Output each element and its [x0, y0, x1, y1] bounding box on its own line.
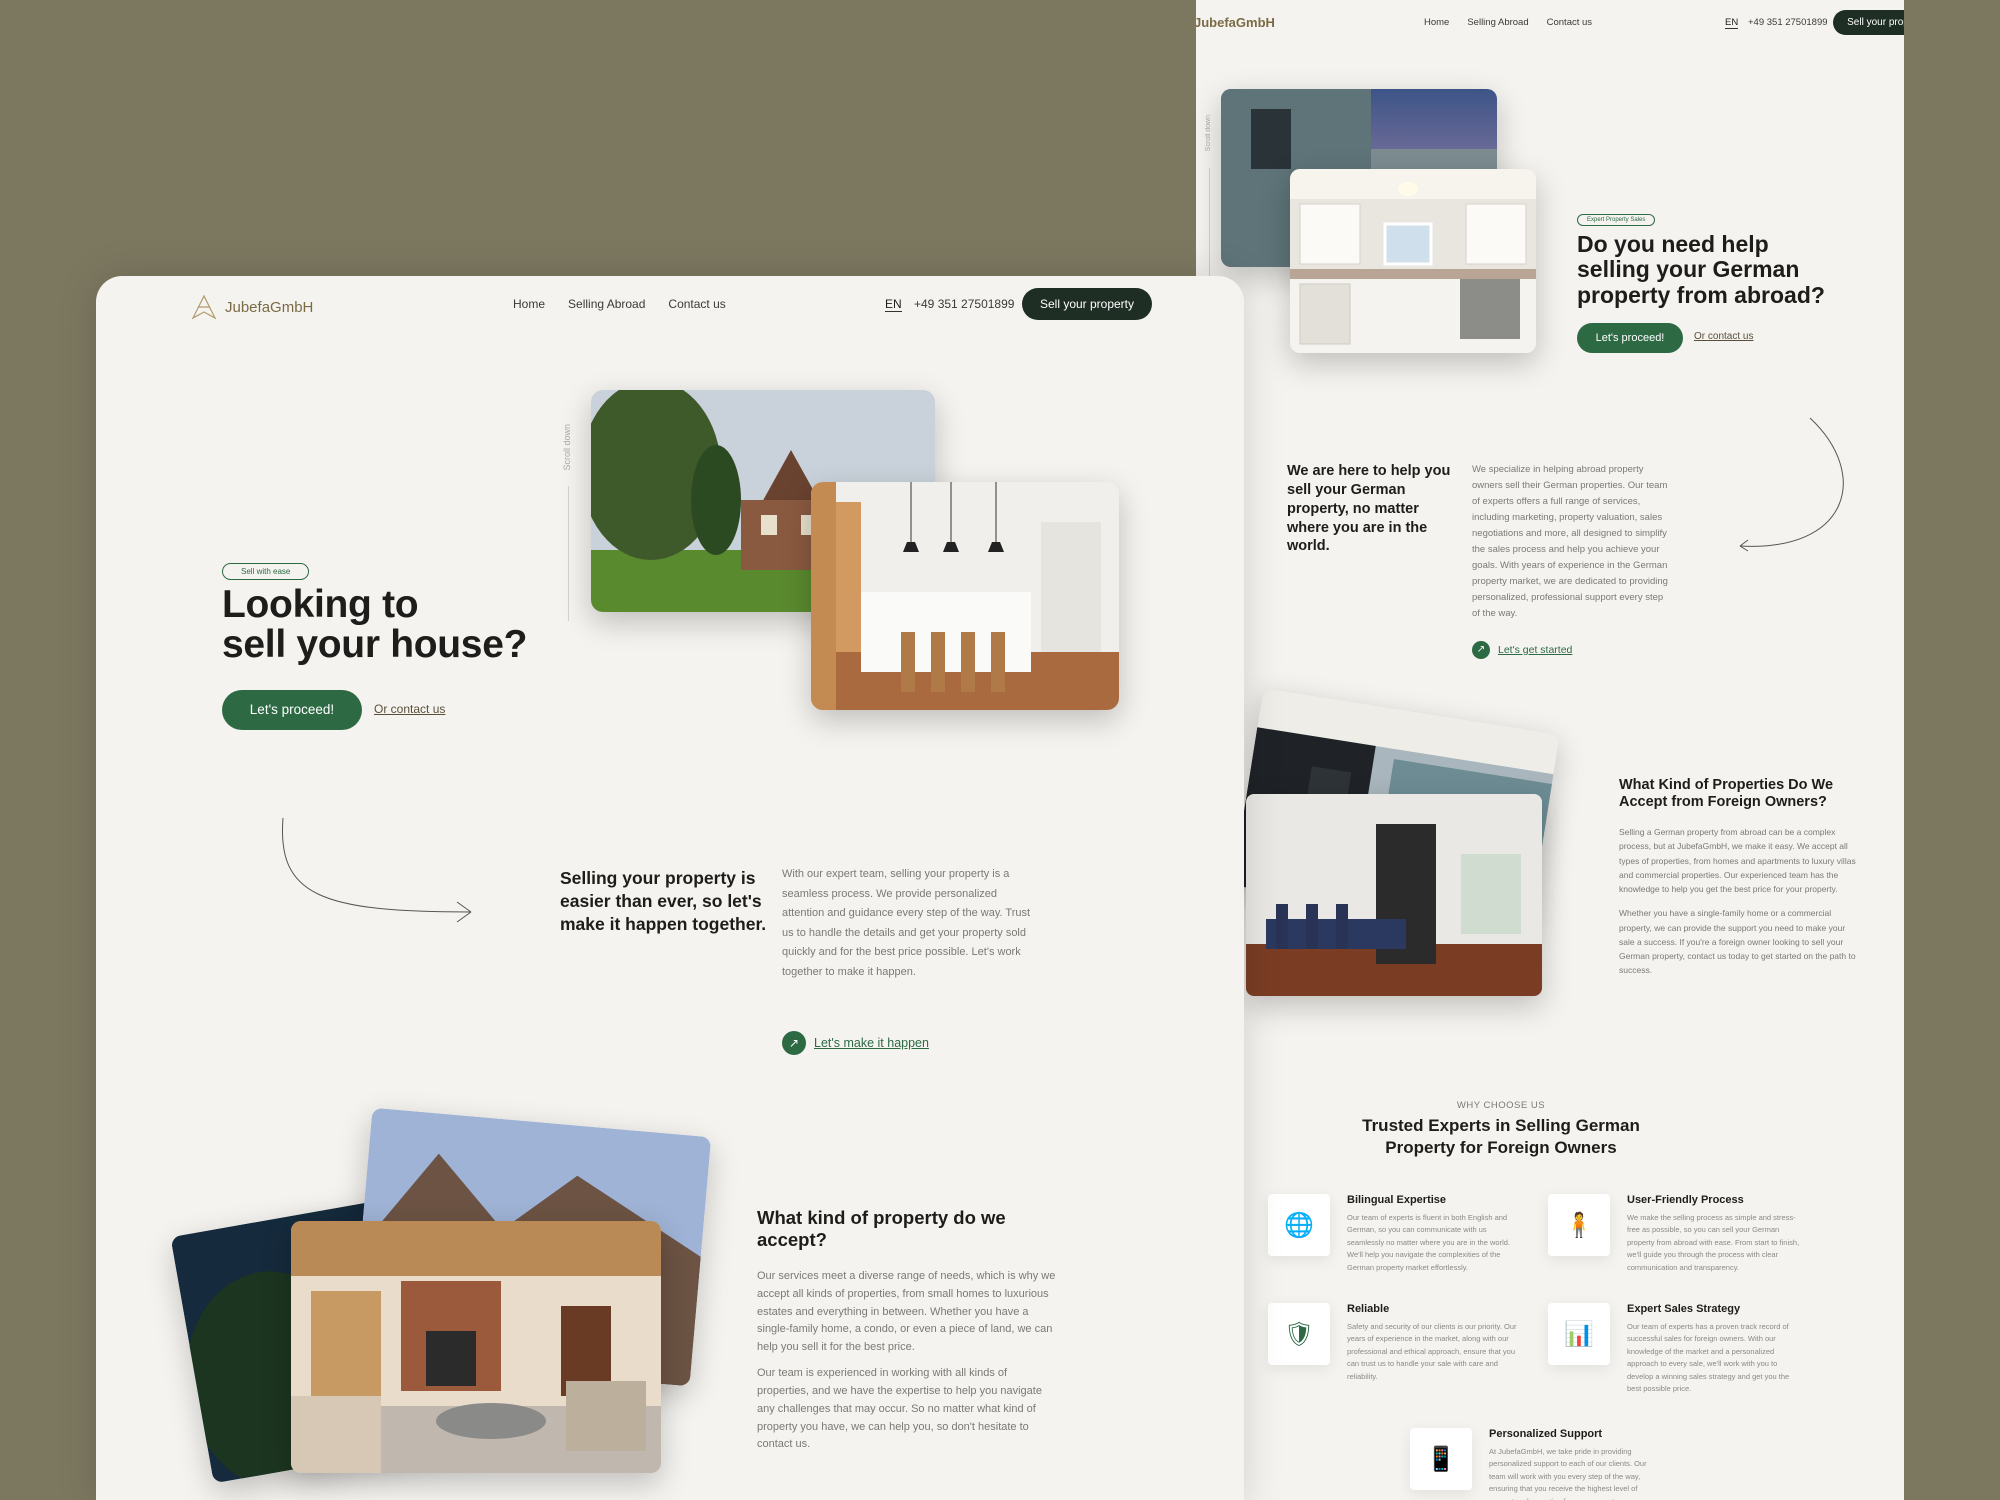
hero-title: Do you need help selling your German pro…: [1577, 231, 1825, 308]
chart-board-icon: 📊: [1548, 1303, 1610, 1365]
proceed-button[interactable]: Let's proceed!: [1577, 323, 1683, 353]
external-link-icon: ↗: [782, 1031, 806, 1055]
make-it-happen-link[interactable]: ↗ Let's make it happen: [782, 1031, 929, 1055]
hero-title: Looking to sell your house?: [222, 585, 527, 665]
get-started-label[interactable]: Let's get started: [1498, 644, 1572, 656]
contact-link[interactable]: Or contact us: [1694, 331, 1753, 342]
hero-tag: Expert Property Sales: [1577, 214, 1656, 226]
curved-arrow-decoration: [1739, 417, 1844, 552]
nav-contact[interactable]: Contact us: [1547, 17, 1592, 28]
feature-text: Our team of experts has a proven track r…: [1627, 1322, 1790, 1393]
feature-text: Our team of experts is fluent in both En…: [1347, 1213, 1510, 1272]
front-nav-menu: Home Selling Abroad Contact us: [513, 297, 726, 311]
back-page-preview: JubefaGmbH Home Selling Abroad Contact u…: [1196, 0, 1904, 1500]
front-page-preview: JubefaGmbH Home Selling Abroad Contact u…: [96, 276, 1244, 1500]
front-logo[interactable]: JubefaGmbH: [190, 294, 313, 320]
feature-title: User-Friendly Process: [1627, 1194, 1744, 1206]
nav-home[interactable]: Home: [1424, 17, 1449, 28]
make-it-happen-label[interactable]: Let's make it happen: [814, 1036, 929, 1050]
why-title: Trusted Experts in Selling German Proper…: [1362, 1116, 1640, 1158]
person-flow-icon: 🧍: [1548, 1194, 1610, 1256]
help-text: We specialize in helping abroad property…: [1472, 464, 1668, 619]
sell-property-button[interactable]: Sell your property: [1022, 288, 1152, 320]
feature-title: Bilingual Expertise: [1347, 1194, 1447, 1206]
kinds-title: What Kind of Properties Do We Accept fro…: [1619, 777, 1834, 811]
get-started-link[interactable]: ↗ Let's get started: [1472, 641, 1572, 659]
scroll-line: [1209, 168, 1210, 278]
proceed-button[interactable]: Let's proceed!: [222, 690, 362, 730]
phone-support-icon: 📱: [1410, 1428, 1472, 1490]
feature-title: Expert Sales Strategy: [1627, 1303, 1741, 1315]
kinds-paragraph-2: Whether you have a single-family home or…: [1619, 908, 1856, 976]
hero-title-line-2: sell your house?: [222, 622, 528, 666]
hero-kitchen-photo: [811, 482, 1119, 710]
kinds-paragraph-2: Our team is experienced in working with …: [757, 1367, 1042, 1451]
feature-title: Personalized Support: [1489, 1428, 1603, 1440]
dining-room-photo: [1246, 794, 1542, 996]
feature-title: Reliable: [1347, 1303, 1390, 1315]
nav-selling-abroad[interactable]: Selling Abroad: [568, 297, 645, 311]
kinds-text: Our services meet a diverse range of nee…: [757, 1268, 1057, 1462]
external-link-icon: ↗: [1472, 641, 1490, 659]
scroll-line: [568, 486, 569, 621]
globe-person-icon: 🌐: [1268, 1194, 1330, 1256]
easier-title: Selling your property is easier than eve…: [560, 868, 767, 935]
contact-link[interactable]: Or contact us: [374, 702, 445, 716]
house-logo-icon: [191, 294, 217, 320]
kinds-title: What kind of property do we accept?: [757, 1207, 1006, 1251]
kinds-paragraph-1: Selling a German property from abroad ca…: [1619, 827, 1856, 895]
living-room-photo: [291, 1221, 661, 1473]
kinds-paragraph-1: Our services meet a diverse range of nee…: [757, 1270, 1056, 1354]
hero-tag: Sell with ease: [222, 563, 310, 580]
feature-text: We make the selling process as simple an…: [1627, 1213, 1800, 1272]
language-switch[interactable]: EN: [1725, 17, 1739, 29]
nav-home[interactable]: Home: [513, 297, 545, 311]
shield-check-icon: 🛡: [1268, 1303, 1330, 1365]
nav-contact[interactable]: Contact us: [668, 297, 725, 311]
phone-number[interactable]: +49 351 27501899: [914, 297, 1014, 311]
why-eyebrow: WHY CHOOSE US: [1456, 1100, 1546, 1111]
feature-text: At JubefaGmbH, we take pride in providin…: [1489, 1447, 1647, 1500]
phone-number[interactable]: +49 351 27501899: [1748, 17, 1828, 28]
back-logo[interactable]: JubefaGmbH: [1196, 15, 1275, 30]
nav-selling-abroad[interactable]: Selling Abroad: [1467, 17, 1528, 28]
sell-property-button[interactable]: Sell your prop: [1833, 10, 1904, 35]
scroll-down-label: Scroll down: [1205, 115, 1212, 152]
help-title: We are here to help you sell your German…: [1287, 463, 1451, 555]
curved-arrow-decoration: [281, 817, 472, 923]
scroll-down-label: Scroll down: [562, 424, 572, 471]
easier-text: With our expert team, selling your prope…: [782, 868, 1031, 978]
hero-title-line-1: Looking to: [222, 583, 419, 626]
hero-kitchen-photo: [1290, 169, 1536, 353]
feature-text: Safety and security of our clients is ou…: [1347, 1322, 1517, 1381]
back-navbar: JubefaGmbH Home Selling Abroad Contact u…: [1196, 0, 1904, 44]
language-switch[interactable]: EN: [885, 297, 902, 312]
brand-name: JubefaGmbH: [225, 298, 314, 316]
back-nav-menu: Home Selling Abroad Contact us: [1424, 17, 1592, 28]
kinds-text: Selling a German property from abroad ca…: [1619, 825, 1859, 988]
